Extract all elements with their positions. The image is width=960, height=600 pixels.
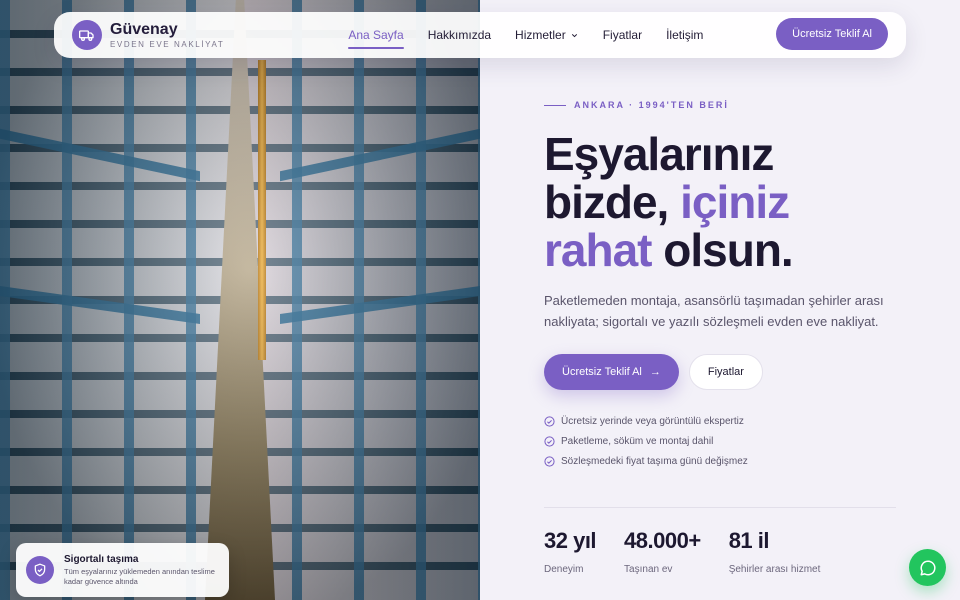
stat-value: 81 il (728, 528, 770, 553)
stats-divider (544, 507, 896, 508)
hero-actions: Ücretsiz Teklif Al → Fiyatlar (544, 354, 904, 390)
stat-cities: 81 il Şehirler arası hizmet (729, 528, 821, 575)
hero-headline: Eşyalarınız bizde, içiniz rahat olsun. (544, 130, 904, 274)
brand-text: Güvenay EVDEN EVE NAKLİYAT (110, 20, 225, 49)
shield-check-icon (26, 556, 54, 584)
whatsapp-button[interactable] (909, 549, 946, 586)
hero-eyebrow: ANKARA · 1994'TEN BERİ (544, 100, 904, 110)
photo-vignette (0, 0, 480, 600)
check-text: Ücretsiz yerinde veya görüntülü eksperti… (561, 416, 744, 427)
stat-value: 32 yıl (544, 528, 597, 553)
stat-value: 48.000+ (624, 528, 701, 553)
stat-homes-moved: 48.000+ Taşınan ev (624, 528, 701, 575)
nav-item-hakkimizda[interactable]: Hakkımızda (428, 24, 491, 46)
hero-photo-warehouse (0, 0, 480, 600)
hero-section: ANKARA · 1994'TEN BERİ Eşyalarınız bizde… (544, 100, 904, 476)
headline-line2b: içiniz (680, 176, 790, 228)
insurance-toast: Sigortalı taşıma Tüm eşyalarınız yükleme… (16, 543, 229, 597)
brand-name: Güvenay (110, 20, 178, 38)
chat-bubble-icon (920, 559, 936, 575)
brand-logo-link[interactable]: Güvenay EVDEN EVE NAKLİYAT (72, 20, 224, 50)
chevron-down-icon (571, 34, 577, 38)
stats-row: 32 yıl Deneyim 48.000+ Taşınan ev 81 il … (544, 528, 848, 575)
main-menu: Ana Sayfa Hakkımızda Hizmetler Fiyatlar … (348, 24, 727, 49)
feature-checklist: Ücretsiz yerinde veya görüntülü eksperti… (544, 416, 904, 467)
toast-title: Sigortalı taşıma (64, 553, 139, 565)
hero-lead: Paketlemeden montaja, asansörlü taşımada… (544, 293, 884, 329)
toast-body: Sigortalı taşıma Tüm eşyalarınız yükleme… (64, 554, 219, 587)
headline-line3a: rahat (544, 224, 652, 276)
nav-item-fiyatlar[interactable]: Fiyatlar (603, 24, 642, 46)
check-circle-icon (544, 416, 555, 427)
stat-label: Taşınan ev (624, 564, 673, 575)
nav-quote-button[interactable]: Ücretsiz Teklif Al (776, 18, 888, 50)
hero-quote-label: Ücretsiz Teklif Al (562, 366, 642, 378)
hero-quote-button[interactable]: Ücretsiz Teklif Al → (544, 354, 679, 390)
check-circle-icon (544, 456, 555, 467)
list-item: Paketleme, söküm ve montaj dahil (544, 436, 904, 447)
check-text: Paketleme, söküm ve montaj dahil (561, 436, 714, 447)
hero-prices-button[interactable]: Fiyatlar (688, 354, 763, 390)
arrow-right-icon: → (649, 366, 661, 378)
nav-item-iletisim[interactable]: İletişim (666, 24, 703, 46)
stat-label: Deneyim (544, 564, 584, 575)
nav-item-label: Hizmetler (515, 28, 566, 42)
headline-line2a: bizde, (544, 176, 681, 228)
stat-experience: 32 yıl Deneyim (544, 528, 597, 575)
truck-icon (72, 20, 102, 50)
list-item: Ücretsiz yerinde veya görüntülü eksperti… (544, 416, 904, 427)
headline-line1: Eşyalarınız (544, 128, 774, 180)
navbar: Güvenay EVDEN EVE NAKLİYAT Ana Sayfa Hak… (54, 12, 906, 58)
list-item: Sözleşmedeki fiyat taşıma günü değişmez (544, 456, 904, 467)
toast-text: Tüm eşyalarınız yüklemeden anından tesli… (64, 566, 215, 586)
check-text: Sözleşmedeki fiyat taşıma günü değişmez (561, 456, 748, 467)
brand-tagline: EVDEN EVE NAKLİYAT (110, 39, 225, 49)
headline-line3b: olsun. (651, 224, 793, 276)
nav-item-ana-sayfa[interactable]: Ana Sayfa (348, 24, 405, 49)
nav-item-hizmetler[interactable]: Hizmetler (515, 24, 579, 46)
stat-label: Şehirler arası hizmet (728, 564, 821, 575)
check-circle-icon (544, 436, 555, 447)
